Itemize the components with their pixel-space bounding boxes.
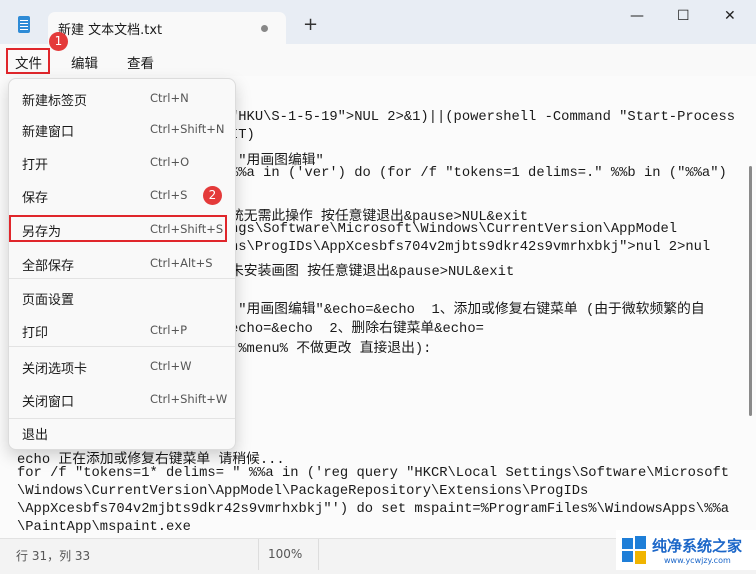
menu-item-1[interactable]: 新建窗口 Ctrl+Shift+N	[13, 114, 231, 144]
menu-item-label: 关闭窗口	[22, 395, 75, 410]
maximize-button[interactable]: ☐	[677, 8, 690, 24]
divider	[318, 539, 319, 570]
highlight-save-as	[9, 215, 227, 242]
watermark-url: www.ycwjzy.com	[664, 556, 731, 565]
menu-item-shortcut: Ctrl+N	[150, 91, 189, 105]
menu-item-shortcut: Ctrl+Shift+N	[150, 122, 225, 136]
file-menu: 新建标签页 Ctrl+N 新建窗口 Ctrl+Shift+N 打开 Ctrl+O 保存 Ctr…	[8, 78, 236, 450]
menu-view[interactable]: 查看	[127, 52, 154, 72]
close-button[interactable]: ✕	[724, 8, 736, 24]
scrollbar[interactable]	[749, 166, 752, 416]
menu-item-shortcut: Ctrl+Alt+S	[150, 256, 213, 270]
minimize-button[interactable]: —	[630, 8, 644, 24]
menu-item-label: 关闭选项卡	[22, 362, 88, 377]
watermark-name: 纯净系统之家	[652, 537, 743, 555]
menu-item-label: 保存	[22, 191, 49, 206]
editor-line: \PaintApp\mspaint.exe	[17, 520, 191, 535]
editor-line: echo 正在添加或修复右键菜单 请稍候...	[17, 453, 285, 468]
cursor-position: 行 31，列 33	[16, 549, 91, 563]
new-tab-button[interactable]: +	[303, 14, 318, 35]
divider	[258, 539, 259, 570]
menu-item-9[interactable]: 关闭窗口 Ctrl+Shift+W	[13, 384, 231, 414]
menu-item-6[interactable]: 页面设置	[13, 282, 231, 312]
editor-line: \Windows\CurrentVersion\AppModel\Package…	[17, 484, 589, 499]
menu-item-8[interactable]: 关闭选项卡 Ctrl+W	[13, 351, 231, 381]
step-badge-2: 2	[203, 186, 222, 205]
notepad-icon	[18, 16, 30, 33]
menu-item-label: 打开	[22, 158, 49, 173]
title-bar: 新建 文本文档.txt + — ☐ ✕	[0, 0, 756, 44]
editor-line: for /f "tokens=1* delims= " %%a in ('reg…	[17, 466, 730, 481]
menu-item-10[interactable]: 退出	[13, 417, 231, 447]
editor-line: %%a in ('ver') do (for /f "tokens=1 deli…	[230, 166, 727, 181]
unsaved-dot-icon[interactable]	[261, 25, 268, 32]
menu-item-7[interactable]: 打印 Ctrl+P	[13, 315, 231, 345]
menu-item-label: 页面设置	[22, 293, 75, 308]
editor-line: ngs\Software\Microsoft\Windows\CurrentVe…	[230, 222, 678, 237]
menu-item-3[interactable]: 保存 Ctrl+S	[13, 180, 231, 210]
menu-item-2[interactable]: 打开 Ctrl+O	[13, 147, 231, 177]
menu-edit[interactable]: 编辑	[71, 52, 98, 72]
editor-line: \AppXcesbfs704v2mjbts9dkr42s9vmrhxbkj"')…	[17, 502, 730, 517]
editor-line: 未安装画图 按任意键退出&pause>NUL&exit	[230, 265, 515, 280]
menu-item-shortcut: Ctrl+W	[150, 359, 192, 373]
editor-line: "HKU\S-1-5-19">NUL 2>&1)||(powershell -C…	[230, 110, 736, 125]
menu-item-5[interactable]: 全部保存 Ctrl+Alt+S	[13, 248, 231, 278]
step-badge-1: 1	[49, 32, 68, 51]
menu-item-label: 打印	[22, 326, 49, 341]
menu-item-label: 全部保存	[22, 259, 75, 274]
menu-separator	[9, 418, 235, 419]
highlight-file-menu	[6, 48, 50, 74]
editor-line: ]"用画图编辑"&echo=&echo 1、添加或修复右键菜单 (由于微软频繁的…	[230, 303, 705, 318]
watermark-logo: 纯净系统之家 www.ycwjzy.com	[616, 530, 756, 570]
menu-item-label: 退出	[22, 428, 49, 443]
menu-item-label: 新建窗口	[22, 125, 75, 140]
menu-item-shortcut: Ctrl+S	[150, 188, 188, 202]
menu-item-shortcut: Ctrl+Shift+W	[150, 392, 228, 406]
tab-title: 新建 文本文档.txt	[58, 23, 163, 38]
menu-separator	[9, 346, 235, 347]
menu-item-shortcut: Ctrl+P	[150, 323, 188, 337]
menu-separator	[9, 278, 235, 279]
zoom-level: 100%	[268, 547, 303, 561]
tab-document[interactable]: 新建 文本文档.txt	[48, 12, 286, 44]
editor-line: ns\ProgIDs\AppXcesbfs704v2mjbts9dkr42s9v…	[230, 240, 711, 255]
menu-item-label: 新建标签页	[22, 94, 88, 109]
editor-line: %menu% 不做更改 直接退出):	[230, 342, 432, 357]
menu-bar: 文件 编辑 查看 ⚙	[0, 44, 756, 114]
editor-line: echo=&echo 2、删除右键菜单&echo=	[230, 322, 484, 337]
menu-item-shortcut: Ctrl+O	[150, 155, 190, 169]
menu-item-0[interactable]: 新建标签页 Ctrl+N	[13, 83, 231, 113]
